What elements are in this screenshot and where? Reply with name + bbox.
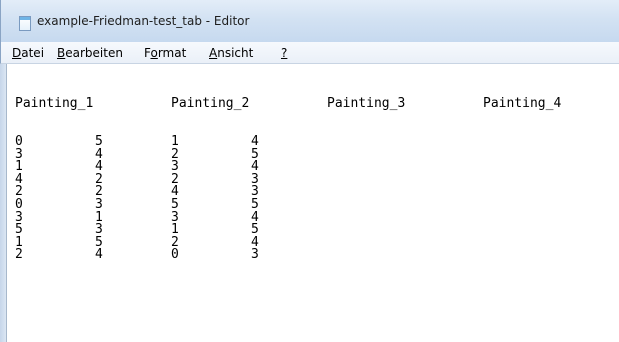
menu-datei[interactable]: Datei bbox=[12, 46, 44, 60]
header-cell: Painting_2 bbox=[171, 96, 250, 112]
data-row: 4223 bbox=[15, 173, 259, 187]
header-cell: Painting_1 bbox=[15, 96, 94, 112]
data-row: 3425 bbox=[15, 148, 259, 162]
menu-bar: Datei Bearbeiten Format Ansicht ? bbox=[0, 42, 619, 64]
data-cell: 2 bbox=[15, 247, 23, 263]
data-row: 3134 bbox=[15, 211, 259, 225]
data-row: 1434 bbox=[15, 160, 259, 174]
data-row: 2243 bbox=[15, 186, 259, 199]
header-cell: Painting_4 bbox=[483, 96, 562, 112]
data-row: 1524 bbox=[15, 236, 259, 250]
data-row: 2 4 0 3 bbox=[15, 247, 259, 263]
menu-help[interactable]: ? bbox=[281, 46, 287, 60]
data-row: 0355 bbox=[15, 198, 259, 212]
text-editor-area[interactable]: Painting_1 Painting_2 Painting_3 Paintin… bbox=[6, 64, 619, 342]
data-row: 5315 bbox=[15, 223, 259, 237]
data-row: 0514 bbox=[15, 135, 259, 149]
notepad-window: example-Friedman-test_tab - Editor Datei… bbox=[0, 0, 619, 342]
data-cell: 4 bbox=[95, 247, 103, 263]
header-cell: Painting_3 bbox=[327, 96, 406, 112]
data-cell: 0 bbox=[171, 247, 179, 263]
header-row: Painting_1 Painting_2 Painting_3 Paintin… bbox=[15, 97, 561, 111]
menu-format[interactable]: Format bbox=[144, 46, 186, 60]
menu-ansicht[interactable]: Ansicht bbox=[209, 46, 253, 60]
document-text[interactable]: Painting_1 Painting_2 Painting_3 Paintin… bbox=[15, 73, 561, 263]
data-cell: 3 bbox=[251, 247, 259, 263]
notepad-icon bbox=[19, 16, 31, 31]
menu-bearbeiten[interactable]: Bearbeiten bbox=[57, 46, 123, 60]
title-bar[interactable]: example-Friedman-test_tab - Editor bbox=[0, 0, 619, 42]
window-title: example-Friedman-test_tab - Editor bbox=[37, 14, 250, 28]
